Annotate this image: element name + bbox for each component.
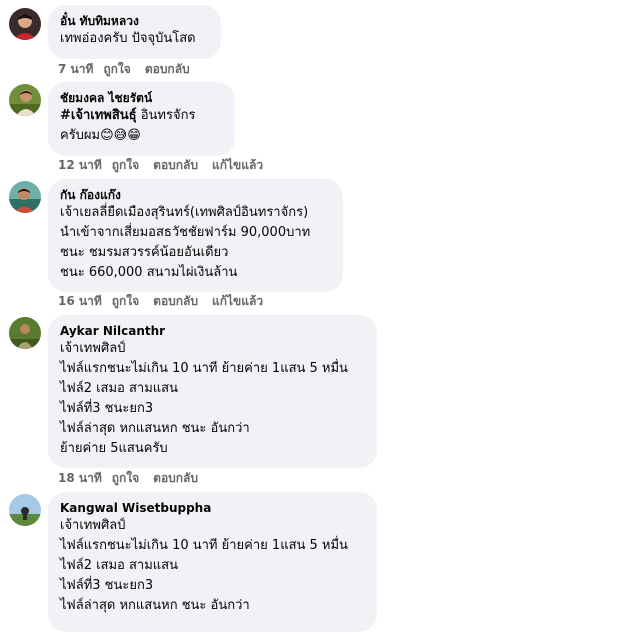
reply-button[interactable]: ตอบกลับ [153, 158, 198, 172]
comment-text-rest: อินทรจักร [136, 108, 196, 123]
comment-author[interactable]: กัน ก๊องแก๊ง [60, 187, 331, 203]
comment-text: นำเข้าจากเสี่ยมอสธวัชชัยฟาร์ม 90,000บาท [60, 225, 311, 240]
comment-text: เทพอ่องครับ ปัจจุบันโสด [60, 31, 196, 46]
comment-text: ไฟล์แรกชนะไม่เกิน 10 นาที ย้ายค่าย 1แสน … [60, 361, 348, 376]
comment-bubble: อั๋น ทับทิมหลวง เทพอ่องครับ ปัจจุบันโสด [48, 5, 221, 59]
comment-author[interactable]: อั๋น ทับทิมหลวง [60, 13, 209, 29]
comment-time[interactable]: 7 นาที [58, 62, 93, 76]
avatar[interactable] [9, 84, 41, 116]
comment-text: ไฟล์ที่3 ชนะยก3 [60, 578, 154, 593]
comment-actions: 12 นาที ถูกใจ ตอบกลับ แก้ไขแล้ว [58, 157, 277, 173]
reply-button[interactable]: ตอบกลับ [153, 294, 198, 308]
avatar[interactable] [9, 494, 41, 526]
comment-time[interactable]: 12 นาที [58, 158, 102, 172]
comment-text-line2: ครับผม [60, 128, 101, 143]
comment-bubble: กัน ก๊องแก๊ง เจ้าเยลลี่ยืดเมืองสุรินทร์(… [48, 179, 343, 292]
like-button[interactable]: ถูกใจ [112, 471, 139, 485]
reply-button[interactable]: ตอบกลับ [145, 62, 190, 76]
comment-author[interactable]: ชัยมงคล ไชยรัตน์ [60, 90, 223, 106]
comment-text: ไฟล์ที่3 ชนะยก3 [60, 401, 154, 416]
comment-text: ชนะ 660,000 สนามไผ่เงินล้าน [60, 265, 238, 280]
like-button[interactable]: ถูกใจ [112, 158, 139, 172]
comment-text: ไฟล์2 เสมอ สามแสน [60, 381, 179, 396]
edited-label[interactable]: แก้ไขแล้ว [212, 294, 263, 308]
comment-author[interactable]: Aykar Nilcanthr [60, 323, 365, 339]
comment-text: ไฟล์แรกชนะไม่เกิน 10 นาที ย้ายค่าย 1แสน … [60, 538, 348, 553]
comment-text: ย้ายค่าย 5แสนครับ [60, 441, 168, 456]
comment-text: เจ้าเทพศิลป์ [60, 518, 126, 533]
comment-actions: 16 นาที ถูกใจ ตอบกลับ แก้ไขแล้ว [58, 293, 277, 309]
avatar[interactable] [9, 181, 41, 213]
emoji-group: 😊😅😁 [100, 128, 141, 143]
comment-text: เจ้าเยลลี่ยืดเมืองสุรินทร์(เทพศิลป์อินทร… [60, 205, 309, 220]
avatar[interactable] [9, 8, 41, 40]
avatar[interactable] [9, 317, 41, 349]
like-button[interactable]: ถูกใจ [112, 294, 139, 308]
comment-text: เจ้าเทพศิลป์ [60, 341, 126, 356]
comment-text: ไฟล์ล่าสุด หกแสนหก ชนะ อันกว่า [60, 598, 250, 613]
comment-time[interactable]: 16 นาที [58, 294, 102, 308]
comment-bubble: Kangwal Wisetbuppha เจ้าเทพศิลป์ ไฟล์แรก… [48, 492, 377, 632]
comment-actions: 18 นาที ถูกใจ ตอบกลับ [58, 470, 212, 486]
comment-text: ไฟล์ล่าสุด หกแสนหก ชนะ อันกว่า [60, 421, 250, 436]
edited-label[interactable]: แก้ไขแล้ว [212, 158, 263, 172]
comment-bubble: Aykar Nilcanthr เจ้าเทพศิลป์ ไฟล์แรกชนะไ… [48, 315, 377, 468]
comment-text: ชนะ ชมรมสวรรค์น้อยอันเดียว [60, 245, 229, 260]
comment-text: ไฟล์2 เสมอ สามแสน [60, 558, 179, 573]
comment-bubble: ชัยมงคล ไชยรัตน์ #เจ้าเทพสินธุ์ อินทรจัก… [48, 82, 235, 156]
comment-text: #เจ้าเทพสินธุ์ อินทรจักร [60, 106, 223, 126]
reply-button[interactable]: ตอบกลับ [153, 471, 198, 485]
comment-author[interactable]: Kangwal Wisetbuppha [60, 500, 365, 516]
hashtag-link[interactable]: #เจ้าเทพสินธุ์ [60, 108, 137, 123]
comment-text: ครับผม😊😅😁 [60, 126, 223, 146]
comment-actions: 7 นาที ถูกใจ ตอบกลับ [58, 61, 204, 77]
like-button[interactable]: ถูกใจ [103, 62, 130, 76]
comment-time[interactable]: 18 นาที [58, 471, 102, 485]
